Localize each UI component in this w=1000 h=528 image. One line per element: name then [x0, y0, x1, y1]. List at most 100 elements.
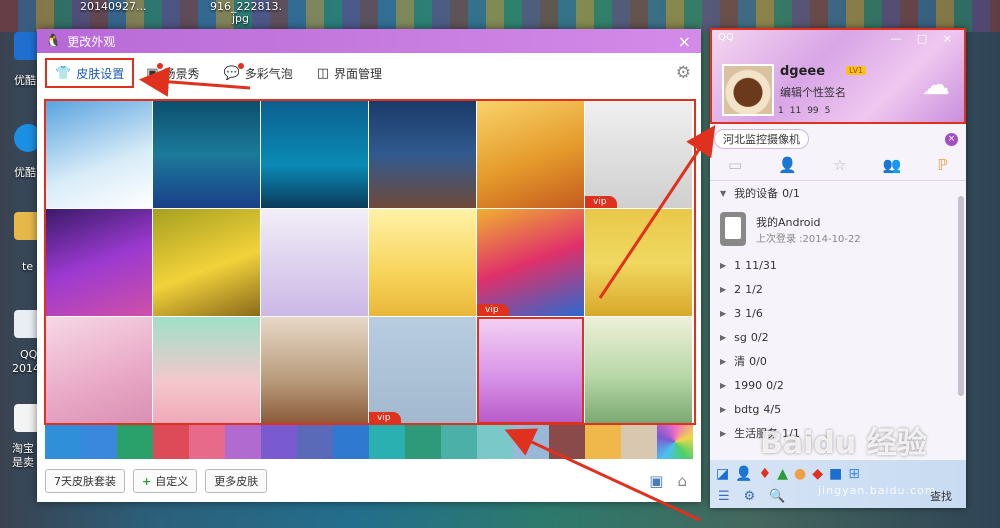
group-my-devices[interactable]: ▼ 我的设备 0/1: [710, 181, 966, 205]
color-swatch[interactable]: [81, 425, 117, 459]
tab-messages-icon[interactable]: ▭: [728, 156, 742, 174]
desktop-file-label[interactable]: jpg: [232, 12, 249, 25]
desktop-icon-label: te: [22, 260, 34, 273]
color-swatch[interactable]: [657, 425, 693, 459]
username[interactable]: dgeee: [780, 64, 825, 79]
group-count: 0/2: [766, 378, 784, 392]
tab-scene-show[interactable]: ▣ 场景秀: [134, 59, 211, 87]
baidu-watermark-url: jingyan.baidu.com: [818, 484, 937, 497]
contact-group[interactable]: ▶ 2 1/2: [710, 277, 966, 301]
chevron-right-icon: ▶: [720, 308, 727, 318]
search-icon[interactable]: 🔍: [769, 489, 785, 504]
app-icon[interactable]: ■: [829, 466, 842, 482]
tab-groups-icon[interactable]: 👥: [883, 156, 902, 174]
stat-item[interactable]: 99: [807, 106, 818, 116]
color-swatch[interactable]: [441, 425, 477, 459]
custom-skin-button[interactable]: + 自定义: [133, 469, 198, 493]
tab-contacts-icon[interactable]: 👤: [778, 156, 797, 174]
clear-search-icon[interactable]: ×: [945, 132, 958, 146]
group-count: 0/1: [782, 186, 800, 200]
color-swatch[interactable]: [369, 425, 405, 459]
qq-logo: QQ: [718, 32, 734, 43]
seven-day-skin-button[interactable]: 7天皮肤套装: [45, 469, 125, 493]
tab-skin-settings[interactable]: 👕 皮肤设置: [45, 58, 135, 88]
contact-group[interactable]: ▶ 1 11/31: [710, 253, 966, 277]
search-input[interactable]: 河北监控摄像机: [714, 129, 809, 149]
desktop-file-label[interactable]: 20140927...: [80, 0, 146, 13]
group-count: 0/2: [750, 330, 769, 344]
color-swatch[interactable]: [513, 425, 549, 459]
app-shortcuts: ◪ 👤 ♦ ▲ ● ◆ ■ ⊞: [710, 460, 966, 482]
chevron-right-icon: ▶: [720, 404, 727, 414]
window-controls[interactable]: — □ ×: [890, 32, 958, 45]
app-icon[interactable]: ▲: [777, 466, 788, 482]
search-row: 河北监控摄像机 ×: [710, 128, 966, 150]
color-swatch[interactable]: [117, 425, 153, 459]
color-swatches: [45, 425, 693, 459]
tab-label: 界面管理: [334, 66, 383, 81]
color-swatch[interactable]: [45, 425, 81, 459]
app-icon[interactable]: ●: [794, 466, 806, 482]
chevron-right-icon: ▶: [720, 428, 727, 438]
qq-profile-header: QQ — □ × dgeee LV1 编辑个性签名 1 11 99 5 ☁: [710, 28, 966, 124]
contact-group[interactable]: ▶ 1990 0/2: [710, 373, 966, 397]
dialog-title: 更改外观: [67, 34, 116, 49]
app-icon[interactable]: ♦: [759, 466, 772, 482]
chevron-down-icon: ▼: [720, 188, 727, 198]
phone-icon: [720, 212, 746, 246]
tab-favorites-icon[interactable]: ☆: [833, 156, 846, 174]
avatar[interactable]: [722, 64, 774, 116]
signature[interactable]: 编辑个性签名: [780, 84, 846, 100]
stat-item[interactable]: 11: [790, 106, 801, 116]
contact-group[interactable]: ▶ sg 0/2: [710, 325, 966, 349]
color-swatch[interactable]: [153, 425, 189, 459]
dialog-titlebar[interactable]: 🐧 更改外观 ×: [37, 29, 701, 53]
home-icon[interactable]: ⌂: [677, 472, 687, 490]
plus-icon: +: [142, 474, 152, 488]
group-count: 0/0: [749, 354, 767, 368]
skin-grid-highlight: [44, 99, 696, 425]
main-menu-icon[interactable]: ☰: [718, 489, 730, 504]
color-swatch[interactable]: [549, 425, 585, 459]
new-badge: [156, 62, 163, 69]
color-swatch[interactable]: [621, 425, 657, 459]
app-icon[interactable]: ◪: [716, 466, 729, 482]
tab-discover-icon[interactable]: ℙ: [937, 156, 948, 174]
weather-cloud-icon[interactable]: ☁: [922, 68, 950, 101]
settings-icon[interactable]: ⚙: [744, 489, 756, 504]
contact-list: ▼ 我的设备 0/1 我的Android 上次登录 :2014-10-22 ▶ 1…: [710, 181, 966, 445]
tshirt-icon: 👕: [55, 65, 72, 81]
gear-icon[interactable]: ⚙: [676, 63, 691, 83]
app-icon[interactable]: 👤: [735, 466, 752, 482]
contact-group[interactable]: ▶ 清 0/0: [710, 349, 966, 373]
tab-color-bubble[interactable]: 💬 多彩气泡: [212, 59, 305, 87]
window-preview-icon[interactable]: ▣: [649, 472, 663, 490]
baidu-watermark: Baidu 经验: [760, 426, 927, 461]
desktop-icon-label: QQ: [20, 348, 38, 361]
scene-icon: ▣: [146, 62, 163, 81]
app-icon[interactable]: ⊞: [848, 466, 860, 482]
color-swatch[interactable]: [333, 425, 369, 459]
color-swatch[interactable]: [477, 425, 513, 459]
app-icon[interactable]: ◆: [812, 466, 823, 482]
group-name: bdtg: [734, 402, 760, 416]
dialog-close-button[interactable]: ×: [678, 32, 691, 51]
stat-item[interactable]: 5: [825, 106, 831, 116]
group-name: sg: [734, 330, 747, 344]
stat-item[interactable]: 1: [778, 106, 784, 116]
color-swatch[interactable]: [585, 425, 621, 459]
color-swatch[interactable]: [225, 425, 261, 459]
chevron-right-icon: ▶: [720, 356, 727, 366]
color-swatch[interactable]: [261, 425, 297, 459]
color-swatch[interactable]: [405, 425, 441, 459]
new-badge: [237, 62, 244, 69]
more-skins-button[interactable]: 更多皮肤: [205, 469, 268, 493]
group-name: 1990: [734, 378, 763, 392]
color-swatch[interactable]: [189, 425, 225, 459]
group-name: 清: [734, 355, 746, 368]
contact-group[interactable]: ▶ 3 1/6: [710, 301, 966, 325]
device-item[interactable]: 我的Android 上次登录 :2014-10-22: [710, 205, 966, 253]
scrollbar[interactable]: [958, 196, 964, 396]
color-swatch[interactable]: [297, 425, 333, 459]
tab-interface-manage[interactable]: ◫ 界面管理: [305, 59, 394, 87]
